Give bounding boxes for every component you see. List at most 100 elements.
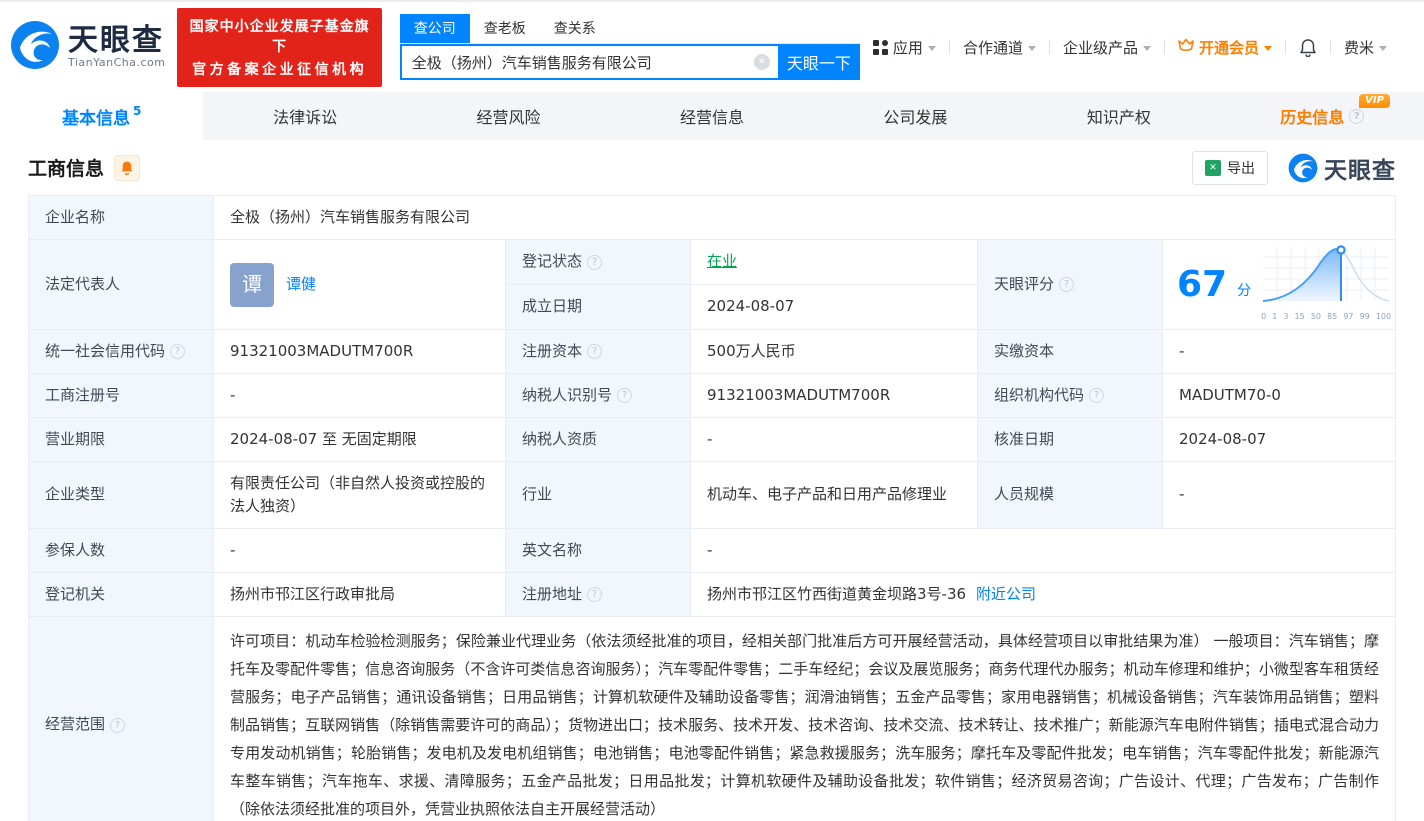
avatar[interactable]: 谭 (230, 262, 274, 307)
reg-address-cell: 扬州市邗江区竹西街道黄金坝路3号-36 附近公司 (691, 573, 1395, 616)
menu-enterprise[interactable]: 企业级产品 (1050, 37, 1164, 58)
tab-intellectual-property[interactable]: 知识产权 (1017, 92, 1220, 140)
english-name-value: - (707, 540, 713, 559)
reg-authority-value: 扬州市邗江区行政审批局 (214, 573, 506, 616)
help-icon[interactable] (1059, 277, 1075, 292)
table-row: 统一社会信用代码 91321003MADUTM700R 注册资本 500万人民币… (29, 330, 1395, 374)
chevron-down-icon (1027, 45, 1036, 51)
reg-capital-label: 注册资本 (522, 341, 583, 360)
field-label: 工商注册号 (29, 374, 214, 417)
help-icon[interactable] (587, 587, 603, 602)
search-area: 查公司 查老板 查关系 天眼一下 (399, 14, 860, 80)
tianyan-score-cell[interactable]: 67 分 0 1 3 15 50 85 97 99 100 (1163, 240, 1401, 329)
menu-enterprise-label: 企业级产品 (1062, 38, 1138, 57)
reg-address-label: 注册地址 (522, 584, 583, 603)
tab-legal[interactable]: 法律诉讼 (203, 92, 406, 140)
apps-grid-icon (872, 39, 888, 55)
legal-rep-link[interactable]: 谭健 (286, 273, 316, 296)
legal-rep-cell: 谭 谭健 (214, 240, 506, 329)
tianyancha-watermark: 天眼查 (1288, 151, 1396, 185)
clear-search-icon[interactable] (753, 54, 770, 70)
search-tab-relation[interactable]: 查关系 (540, 14, 610, 43)
reg-address-value: 扬州市邗江区竹西街道黄金坝路3号-36 (707, 584, 967, 603)
table-subrow: 登记状态 在业 (506, 240, 977, 285)
field-label: 企业类型 (29, 462, 214, 528)
search-input[interactable] (411, 53, 754, 71)
tab-basic-info-count: 5 (133, 104, 142, 118)
taxpayer-qual-value: - (691, 418, 978, 461)
table-row: 经营范围 许可项目：机动车检验检测服务；保险兼业代理业务（依法须经批准的项目，经… (29, 617, 1395, 821)
menu-open-vip[interactable]: 开通会员 (1165, 37, 1285, 58)
field-label: 纳税人识别号 (506, 374, 691, 417)
search-tabs: 查公司 查老板 查关系 (399, 14, 860, 44)
help-icon[interactable] (170, 344, 186, 359)
taxpayer-id-value: 91321003MADUTM700R (691, 374, 978, 417)
gov-badge-line2: 官方备案企业征信机构 (192, 61, 368, 78)
export-label: 导出 (1227, 160, 1255, 177)
help-icon[interactable] (587, 254, 603, 270)
nearby-companies-link[interactable]: 附近公司 (976, 583, 1036, 606)
taxpayer-id-label: 纳税人识别号 (522, 385, 613, 404)
tab-operating-risk[interactable]: 经营风险 (407, 92, 610, 140)
tab-history-info[interactable]: VIP 历史信息 (1221, 92, 1424, 140)
uscc-label: 统一社会信用代码 (45, 341, 166, 360)
business-scope-value: 许可项目：机动车检验检测服务；保险兼业代理业务（依法须经批准的项目，经相关部门批… (230, 632, 1379, 818)
help-icon[interactable] (110, 717, 126, 733)
tianyancha-swirl-icon (1288, 153, 1318, 182)
table-row: 企业类型 有限责任公司（非自然人投资或控股的法人独资） 行业 机动车、电子产品和… (29, 462, 1395, 529)
top-menu: 应用 合作通道 企业级产品 开通会员 费米 (860, 37, 1400, 58)
tab-history-info-label: 历史信息 (1280, 108, 1345, 127)
page: 天眼查 TianYanCha.com 国家中小企业发展子基金旗下 官方备案企业征… (0, 0, 1424, 821)
field-label: 人员规模 (978, 462, 1163, 528)
field-label: 登记状态 (506, 240, 691, 284)
field-label: 成立日期 (506, 285, 691, 329)
tab-business-info[interactable]: 经营信息 (610, 92, 813, 140)
company-type-value: 有限责任公司（非自然人投资或控股的法人独资） (214, 462, 506, 528)
org-code-label: 组织机构代码 (994, 385, 1085, 404)
staff-size-value: - (1179, 485, 1185, 504)
tab-operating-risk-label: 经营风险 (476, 108, 541, 127)
section-title: 工商信息 (28, 158, 105, 180)
company-name-value: 全极（扬州）汽车销售服务有限公司 (230, 207, 471, 226)
bell-icon (121, 161, 133, 175)
status-open-link[interactable]: 在业 (707, 250, 737, 273)
help-icon[interactable] (617, 388, 633, 403)
watermark-text: 天眼查 (1324, 157, 1396, 184)
table-row: 登记机关 扬州市邗江区行政审批局 注册地址 扬州市邗江区竹西街道黄金坝路3号-3… (29, 573, 1395, 617)
field-label: 行业 (506, 462, 691, 528)
score-label: 天眼评分 (994, 274, 1055, 293)
search-tab-company[interactable]: 查公司 (399, 14, 470, 43)
search-tab-boss[interactable]: 查老板 (470, 14, 540, 43)
menu-apps[interactable]: 应用 (860, 37, 949, 58)
menu-open-vip-label: 开通会员 (1198, 38, 1259, 57)
help-icon[interactable] (587, 344, 603, 359)
logo-text: 天眼查 (68, 22, 164, 58)
paid-capital-value: - (1179, 341, 1185, 360)
tab-company-development[interactable]: 公司发展 (814, 92, 1017, 140)
monitor-bell-button[interactable] (114, 154, 141, 181)
business-term-value: 2024-08-07 至 无固定期限 (214, 418, 506, 461)
reg-status-label: 登记状态 (522, 252, 583, 271)
username-label: 费米 (1343, 38, 1374, 57)
user-menu[interactable]: 费米 (1331, 37, 1400, 58)
menu-partner[interactable]: 合作通道 (950, 37, 1049, 58)
help-icon[interactable] (1349, 108, 1365, 124)
export-button[interactable]: 导出 (1192, 150, 1268, 185)
logo-domain: TianYanCha.com (68, 56, 166, 70)
help-icon[interactable] (1089, 388, 1105, 403)
tab-intellectual-property-label: 知识产权 (1086, 108, 1151, 127)
field-label: 登记机关 (29, 573, 214, 616)
field-label: 英文名称 (506, 529, 691, 572)
score-value: 67 (1177, 263, 1228, 305)
company-section-tabs: 基本信息 5 法律诉讼 经营风险 经营信息 公司发展 知识产权 VIP 历史信息 (0, 92, 1424, 140)
reg-number-value: - (214, 374, 506, 417)
field-label: 营业期限 (29, 418, 214, 461)
reg-capital-value: 500万人民币 (691, 330, 978, 373)
search-button[interactable]: 天眼一下 (777, 44, 860, 80)
field-label: 经营范围 (29, 617, 214, 821)
tab-basic-info[interactable]: 基本信息 5 (0, 92, 204, 140)
field-label: 注册资本 (506, 330, 691, 373)
tianyancha-logo[interactable]: 天眼查 TianYanCha.com (10, 20, 165, 74)
notifications-button[interactable] (1286, 38, 1330, 57)
table-row: 工商注册号 - 纳税人识别号 91321003MADUTM700R 组织机构代码… (29, 374, 1395, 418)
